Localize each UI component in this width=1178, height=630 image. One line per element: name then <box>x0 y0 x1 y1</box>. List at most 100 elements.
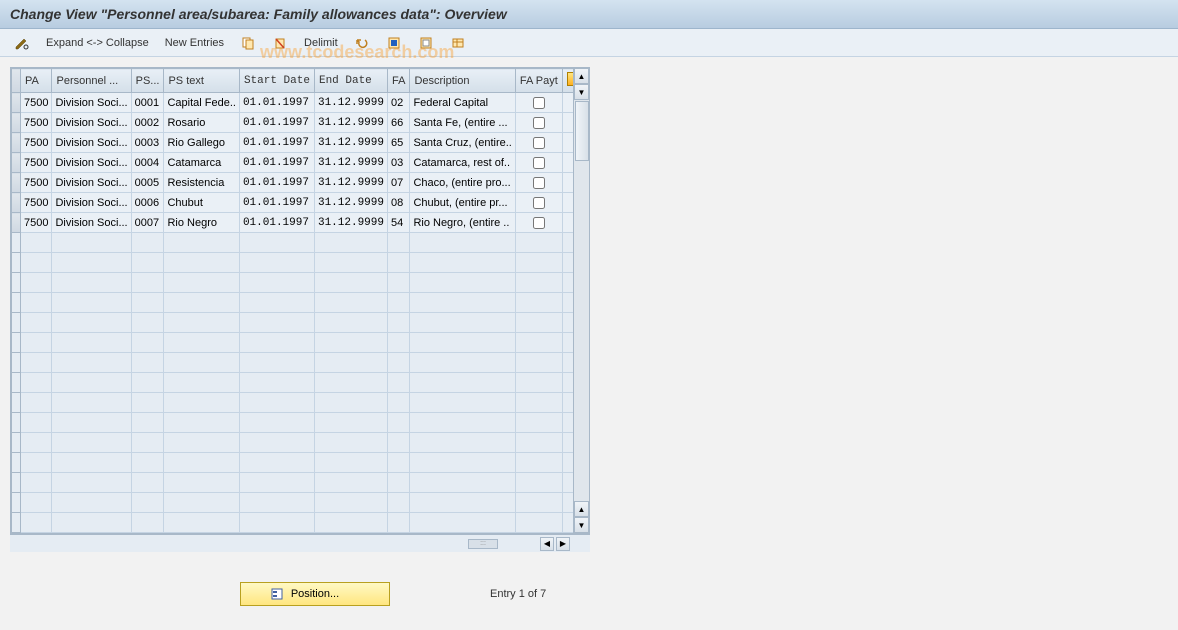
row-selector[interactable] <box>12 113 21 133</box>
row-selector[interactable] <box>12 433 21 453</box>
cell-payt[interactable] <box>515 93 562 113</box>
undo-button[interactable] <box>348 32 376 54</box>
col-header-start[interactable]: Start Date <box>239 69 314 93</box>
col-header-personnel[interactable]: Personnel ... <box>52 69 131 93</box>
scroll-up-step-button[interactable]: ▲ <box>574 501 589 517</box>
copy-button[interactable] <box>234 32 262 54</box>
cell-end[interactable]: 31.12.9999 <box>314 173 387 193</box>
table-row[interactable]: 7500 Division Soci... 0003 Rio Gallego 0… <box>12 133 574 153</box>
payt-checkbox[interactable] <box>533 97 545 109</box>
cell-ps[interactable]: 0007 <box>131 213 164 233</box>
table-row-empty[interactable] <box>12 453 574 473</box>
table-row-empty[interactable] <box>12 253 574 273</box>
cell-pstext[interactable]: Rio Negro <box>164 213 239 233</box>
row-selector[interactable] <box>12 213 21 233</box>
cell-end[interactable]: 31.12.9999 <box>314 113 387 133</box>
cell-start[interactable]: 01.01.1997 <box>239 153 314 173</box>
cell-pstext[interactable]: Capital Fede.. <box>164 93 239 113</box>
table-row[interactable]: 7500 Division Soci... 0005 Resistencia 0… <box>12 173 574 193</box>
scroll-right-button[interactable]: ▶ <box>556 537 570 551</box>
table-row-empty[interactable] <box>12 413 574 433</box>
cell-ps[interactable]: 0006 <box>131 193 164 213</box>
row-selector[interactable] <box>12 173 21 193</box>
table-row[interactable]: 7500 Division Soci... 0004 Catamarca 01.… <box>12 153 574 173</box>
cell-start[interactable]: 01.01.1997 <box>239 113 314 133</box>
table-row-empty[interactable] <box>12 373 574 393</box>
cell-fa[interactable]: 66 <box>387 113 409 133</box>
cell-start[interactable]: 01.01.1997 <box>239 193 314 213</box>
row-selector[interactable] <box>12 393 21 413</box>
cell-personnel[interactable]: Division Soci... <box>52 133 131 153</box>
cell-desc[interactable]: Chubut, (entire pr... <box>410 193 515 213</box>
position-button[interactable]: Position... <box>240 582 390 606</box>
table-row-empty[interactable] <box>12 433 574 453</box>
deselect-all-button[interactable] <box>412 32 440 54</box>
cell-end[interactable]: 31.12.9999 <box>314 193 387 213</box>
cell-start[interactable]: 01.01.1997 <box>239 93 314 113</box>
cell-desc[interactable]: Chaco, (entire pro... <box>410 173 515 193</box>
table-row-empty[interactable] <box>12 513 574 533</box>
scroll-thumb[interactable] <box>575 101 589 161</box>
cell-start[interactable]: 01.01.1997 <box>239 173 314 193</box>
cell-start[interactable]: 01.01.1997 <box>239 133 314 153</box>
cell-ps[interactable]: 0005 <box>131 173 164 193</box>
scroll-up-button[interactable]: ▲ <box>574 68 589 84</box>
col-header-fa[interactable]: FA <box>387 69 409 93</box>
table-row-empty[interactable] <box>12 353 574 373</box>
row-selector[interactable] <box>12 273 21 293</box>
table-row[interactable]: 7500 Division Soci... 0007 Rio Negro 01.… <box>12 213 574 233</box>
cell-fa[interactable]: 54 <box>387 213 409 233</box>
cell-desc[interactable]: Santa Cruz, (entire.. <box>410 133 515 153</box>
cell-payt[interactable] <box>515 173 562 193</box>
row-selector[interactable] <box>12 413 21 433</box>
cell-pstext[interactable]: Chubut <box>164 193 239 213</box>
table-row[interactable]: 7500 Division Soci... 0006 Chubut 01.01.… <box>12 193 574 213</box>
col-header-end[interactable]: End Date <box>314 69 387 93</box>
cell-ps[interactable]: 0004 <box>131 153 164 173</box>
row-selector[interactable] <box>12 493 21 513</box>
col-header-ps[interactable]: PS... <box>131 69 164 93</box>
table-row-empty[interactable] <box>12 233 574 253</box>
row-selector[interactable] <box>12 333 21 353</box>
scroll-down-step-button[interactable]: ▼ <box>574 84 589 100</box>
col-header-config[interactable] <box>562 69 573 93</box>
row-selector[interactable] <box>12 313 21 333</box>
cell-pa[interactable]: 7500 <box>21 133 52 153</box>
cell-fa[interactable]: 08 <box>387 193 409 213</box>
cell-end[interactable]: 31.12.9999 <box>314 213 387 233</box>
row-selector-header[interactable] <box>12 69 21 93</box>
cell-personnel[interactable]: Division Soci... <box>52 113 131 133</box>
col-header-pa[interactable]: PA <box>21 69 52 93</box>
cell-end[interactable]: 31.12.9999 <box>314 93 387 113</box>
col-header-payt[interactable]: FA Payt <box>515 69 562 93</box>
cell-payt[interactable] <box>515 153 562 173</box>
cell-personnel[interactable]: Division Soci... <box>52 213 131 233</box>
toggle-edit-button[interactable] <box>8 32 36 54</box>
cell-personnel[interactable]: Division Soci... <box>52 153 131 173</box>
cell-ps[interactable]: 0003 <box>131 133 164 153</box>
table-row-empty[interactable] <box>12 393 574 413</box>
cell-pstext[interactable]: Resistencia <box>164 173 239 193</box>
cell-pstext[interactable]: Rio Gallego <box>164 133 239 153</box>
delete-button[interactable] <box>266 32 294 54</box>
delimit-button[interactable]: Delimit <box>298 34 344 52</box>
cell-pa[interactable]: 7500 <box>21 193 52 213</box>
cell-ps[interactable]: 0001 <box>131 93 164 113</box>
row-selector[interactable] <box>12 93 21 113</box>
table-row-empty[interactable] <box>12 293 574 313</box>
cell-fa[interactable]: 65 <box>387 133 409 153</box>
vertical-scrollbar[interactable]: ▲ ▼ ▲ ▼ <box>573 68 589 533</box>
cell-desc[interactable]: Catamarca, rest of.. <box>410 153 515 173</box>
payt-checkbox[interactable] <box>533 117 545 129</box>
table-row[interactable]: 7500 Division Soci... 0002 Rosario 01.01… <box>12 113 574 133</box>
cell-pa[interactable]: 7500 <box>21 153 52 173</box>
cell-desc[interactable]: Santa Fe, (entire ... <box>410 113 515 133</box>
print-button[interactable] <box>444 32 472 54</box>
row-selector[interactable] <box>12 153 21 173</box>
payt-checkbox[interactable] <box>533 137 545 149</box>
cell-start[interactable]: 01.01.1997 <box>239 213 314 233</box>
cell-pa[interactable]: 7500 <box>21 93 52 113</box>
table-row-empty[interactable] <box>12 333 574 353</box>
select-all-button[interactable] <box>380 32 408 54</box>
cell-personnel[interactable]: Division Soci... <box>52 173 131 193</box>
